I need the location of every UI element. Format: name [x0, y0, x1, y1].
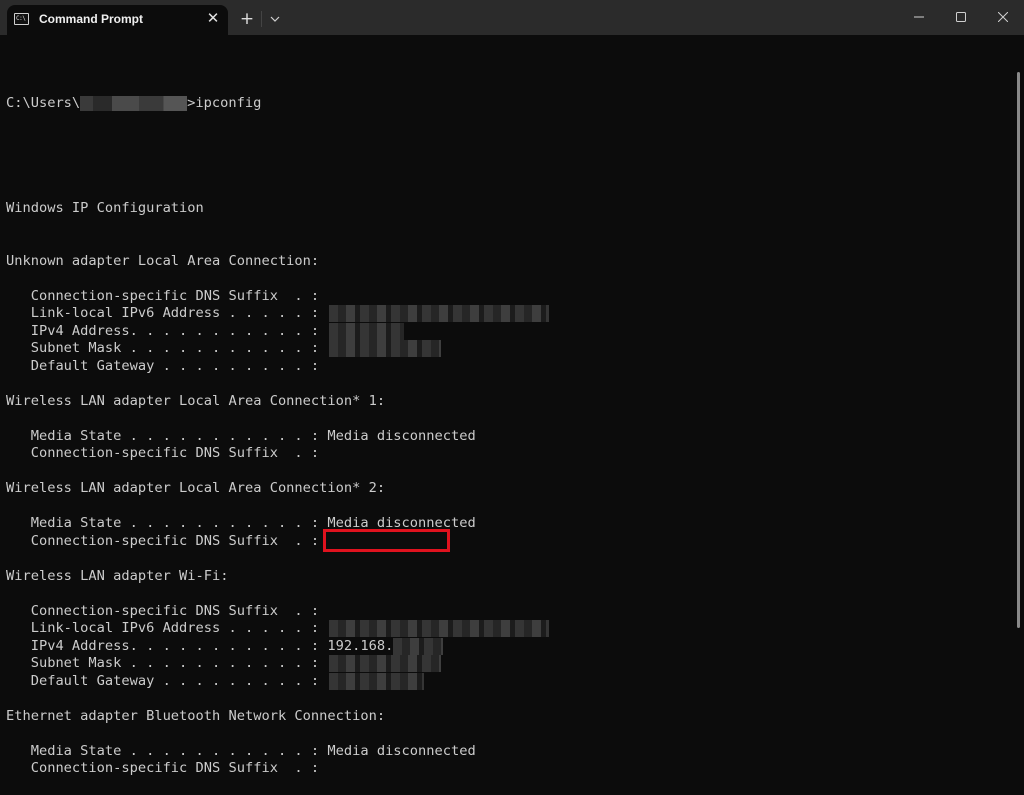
tab-command-prompt[interactable]: C:\ Command Prompt ✕	[7, 5, 228, 35]
redacted-value	[329, 655, 442, 672]
close-icon	[998, 12, 1008, 22]
output-line: Subnet Mask . . . . . . . . . . . :	[6, 655, 549, 673]
chevron-down-icon	[270, 16, 280, 22]
output-line: Media State . . . . . . . . . . . : Medi…	[6, 427, 476, 444]
tab-title: Command Prompt	[39, 12, 144, 26]
output-line: Link-local IPv6 Address . . . . . :	[6, 620, 550, 638]
output-lines: Windows IP Configuration Unknown adapter …	[6, 200, 550, 778]
output-line: Windows IP Configuration	[6, 200, 204, 216]
output-line: Wireless LAN adapter Wi-Fi:	[6, 567, 229, 584]
cmd-icon: C:\	[14, 13, 29, 25]
redacted-value	[329, 340, 442, 357]
redacted-value	[329, 322, 405, 340]
close-tab-button[interactable]: ✕	[204, 8, 222, 28]
output-line: Connection-specific DNS Suffix . :	[6, 602, 320, 619]
output-line: Connection-specific DNS Suffix . :	[6, 760, 320, 776]
maximize-icon	[956, 12, 966, 22]
output-line: Default Gateway . . . . . . . . . :	[6, 357, 320, 374]
output-line: Ethernet adapter Bluetooth Network Conne…	[6, 707, 386, 724]
tab-divider	[261, 11, 262, 27]
output-line: Connection-specific DNS Suffix . :	[6, 287, 320, 304]
redacted-value	[329, 305, 550, 322]
output-line: Media State . . . . . . . . . . . : Medi…	[6, 515, 476, 531]
output-line: Connection-specific DNS Suffix . :	[6, 532, 320, 549]
maximize-button[interactable]	[938, 0, 984, 35]
output-line: Unknown adapter Local Area Connection:	[6, 252, 320, 269]
output-line: Link-local IPv6 Address . . . . . :	[6, 305, 550, 323]
output-line: Default Gateway . . . . . . . . . :	[6, 672, 549, 691]
redacted-value	[329, 620, 550, 637]
output-line: Subnet Mask . . . . . . . . . . . :	[6, 340, 549, 358]
close-window-button[interactable]	[980, 0, 1024, 35]
prompt-line: C:\Users\ >ipconfig	[6, 95, 262, 111]
ipv4-highlight-box	[323, 529, 450, 552]
scrollbar[interactable]	[1017, 72, 1020, 628]
output-line: Wireless LAN adapter Local Area Connecti…	[6, 480, 386, 496]
minimize-icon	[914, 16, 924, 18]
title-bar: C:\ Command Prompt ✕ +	[0, 0, 1024, 35]
redacted-value	[329, 672, 425, 690]
redacted-username	[80, 96, 188, 111]
redacted-value	[393, 637, 444, 655]
output-line: IPv4 Address. . . . . . . . . . . :	[6, 322, 549, 341]
new-tab-button[interactable]: +	[236, 8, 258, 30]
output-line: Connection-specific DNS Suffix . :	[6, 445, 320, 461]
output-line: Media State . . . . . . . . . . . : Medi…	[6, 742, 476, 759]
terminal-output[interactable]: C:\Users\ >ipconfig Windows IP Configurat…	[6, 60, 550, 795]
tab-dropdown-button[interactable]	[266, 8, 284, 30]
minimize-button[interactable]	[896, 0, 942, 35]
output-line: Wireless LAN adapter Local Area Connecti…	[6, 392, 386, 409]
output-line: IPv4 Address. . . . . . . . . . . : 192.…	[6, 637, 549, 656]
